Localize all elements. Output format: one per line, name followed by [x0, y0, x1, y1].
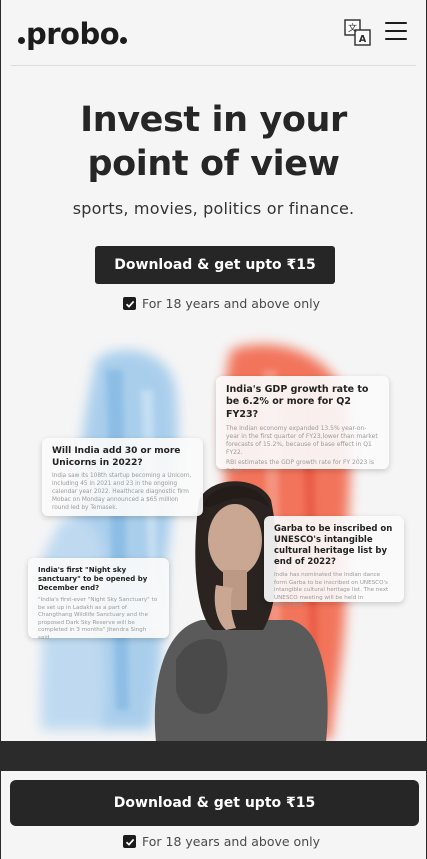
sticky-age-confirmation[interactable]: For 18 years and above only	[123, 834, 320, 849]
hero-title-line1: Invest in your	[80, 100, 347, 140]
card-title: India's first "Night sky sanctuary" to b…	[38, 566, 148, 593]
sticky-download-button[interactable]: Download & get upto ₹15	[10, 780, 419, 826]
check-icon	[125, 838, 134, 846]
logo-text: probo	[26, 17, 120, 51]
card-body-extra: RBI estimates the GDP growth rate for FY…	[226, 459, 374, 475]
svg-text:文: 文	[348, 22, 357, 34]
hero-illustration: India's GDP growth rate to be 6.2% or mo…	[1, 330, 426, 742]
age-confirmation[interactable]: For 18 years and above only	[123, 296, 320, 311]
hero-subtitle: sports, movies, politics or finance.	[72, 199, 355, 218]
card-body: The Indian economy expanded 13.5% year-o…	[226, 425, 378, 457]
age-checkbox[interactable]	[123, 297, 136, 310]
hero-title: Invest in your point of view	[1, 98, 426, 186]
card-title: Will India add 30 or more Unicorns in 20…	[52, 446, 181, 468]
market-card-gdp[interactable]: India's GDP growth rate to be 6.2% or mo…	[216, 376, 389, 475]
top-nav: probo 文 A	[1, 0, 426, 66]
probo-logo[interactable]: probo	[17, 14, 128, 54]
sticky-age-checkbox[interactable]	[123, 835, 136, 848]
sticky-age-label: For 18 years and above only	[142, 834, 320, 849]
card-title: Garba to be inscribed on UNESCO's intang…	[274, 524, 393, 568]
card-body: "India's first-ever "Night Sky Sanctuary…	[38, 597, 158, 642]
market-card-night-sky[interactable]: India's first "Night sky sanctuary" to b…	[28, 558, 169, 641]
header-divider	[11, 65, 416, 66]
logo-dot-end	[120, 37, 128, 44]
card-body: India saw its 108th startup becoming a U…	[52, 473, 192, 511]
section-divider-band	[1, 741, 426, 771]
card-title: India's GDP growth rate to be 6.2% or mo…	[226, 384, 369, 420]
download-button[interactable]: Download & get upto ₹15	[95, 246, 335, 284]
market-card-unicorns[interactable]: Will India add 30 or more Unicorns in 20…	[42, 438, 203, 516]
svg-text:A: A	[359, 34, 367, 45]
check-icon	[125, 300, 134, 308]
logo-dot	[18, 37, 25, 44]
age-label: For 18 years and above only	[142, 296, 320, 311]
card-body: India has nominated the Indian dance for…	[274, 572, 389, 609]
hamburger-menu-icon[interactable]	[385, 22, 407, 42]
hero-title-line2: point of view	[87, 144, 340, 184]
market-card-garba[interactable]: Garba to be inscribed on UNESCO's intang…	[264, 516, 404, 608]
translate-icon[interactable]: 文 A	[344, 19, 372, 47]
